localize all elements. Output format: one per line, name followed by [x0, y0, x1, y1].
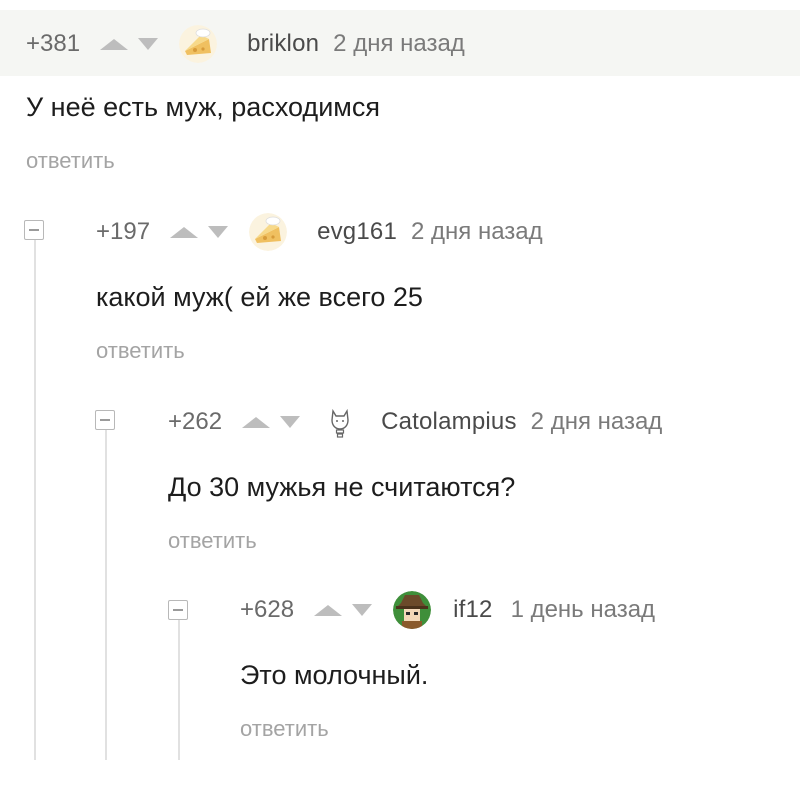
thread-line-level-3 [178, 620, 180, 760]
cheese-avatar-icon[interactable] [179, 25, 218, 63]
upvote-icon[interactable] [166, 225, 202, 239]
comment-text: Это молочный. [240, 660, 429, 690]
vote-controls [238, 415, 301, 429]
comment-header: +262 Catolampius 2 дня назад [168, 402, 662, 442]
vote-controls [96, 37, 159, 51]
hat-character-avatar-icon[interactable] [393, 591, 432, 629]
comment-username[interactable]: briklon [247, 30, 319, 58]
comment-rating: +381 [26, 30, 81, 57]
cat-lightbulb-avatar-icon[interactable] [321, 403, 360, 441]
comment-header: +381 briklon 2 дня назад [26, 24, 465, 64]
comment-rating: +197 [96, 218, 151, 245]
vote-controls [310, 603, 373, 617]
comment-rating: +262 [168, 408, 223, 435]
cheese-avatar-icon[interactable] [249, 213, 288, 251]
comment-username[interactable]: if12 [453, 596, 493, 624]
upvote-icon[interactable] [238, 415, 274, 429]
collapse-thread-button[interactable] [95, 410, 115, 430]
thread-line-level-2 [105, 430, 107, 760]
comment-date[interactable]: 2 дня назад [411, 218, 543, 246]
upvote-icon[interactable] [96, 37, 132, 51]
comment-text: До 30 мужья не считаются? [168, 472, 516, 502]
collapse-thread-button[interactable] [168, 600, 188, 620]
collapse-thread-button[interactable] [24, 220, 44, 240]
downvote-icon[interactable] [351, 603, 373, 617]
comment-date[interactable]: 2 дня назад [333, 30, 465, 58]
upvote-icon[interactable] [310, 603, 346, 617]
downvote-icon[interactable] [137, 37, 159, 51]
reply-link[interactable]: ответить [26, 148, 115, 174]
comment-text: У неё есть муж, расходимся [26, 92, 380, 122]
comment-header: +628 if12 1 день назад [240, 590, 655, 630]
thread-line-level-1 [34, 240, 36, 760]
comment-header: +197 evg161 2 дня назад [96, 212, 543, 252]
comment-rating: +628 [240, 596, 295, 623]
reply-link[interactable]: ответить [240, 716, 329, 742]
comment-text: какой муж( ей же всего 25 [96, 282, 423, 312]
downvote-icon[interactable] [279, 415, 301, 429]
comment-date[interactable]: 2 дня назад [531, 408, 663, 436]
vote-controls [166, 225, 229, 239]
downvote-icon[interactable] [207, 225, 229, 239]
comment-username[interactable]: Catolampius [381, 408, 517, 436]
reply-link[interactable]: ответить [168, 528, 257, 554]
comment-username[interactable]: evg161 [317, 218, 397, 246]
reply-link[interactable]: ответить [96, 338, 185, 364]
comment-date[interactable]: 1 день назад [511, 596, 655, 624]
